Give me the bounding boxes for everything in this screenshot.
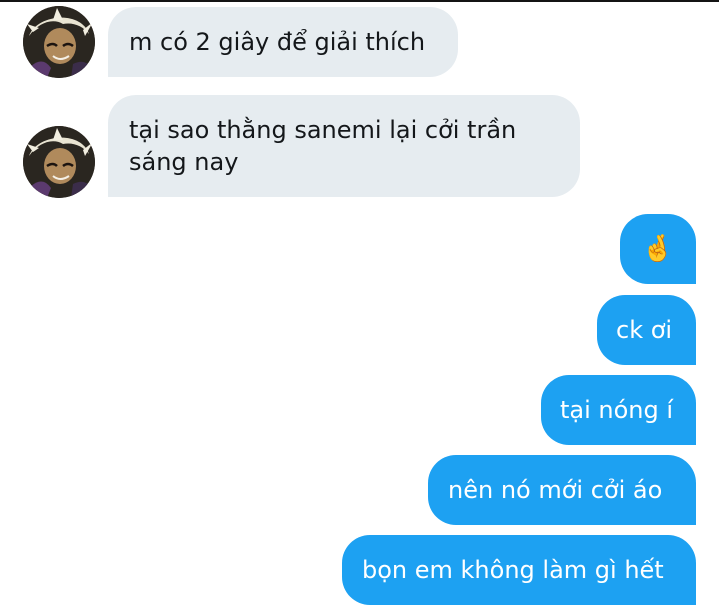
message-text: ck ơi [616,316,673,344]
sender-avatar[interactable] [23,126,95,198]
message-text: bọn em không làm gì hết [362,556,664,584]
incoming-message-bubble[interactable]: m có 2 giây để giải thích [108,7,458,77]
avatar-icon [23,6,95,78]
top-divider [0,0,719,2]
message-text: tại nóng í [560,396,674,424]
incoming-message-bubble[interactable]: tại sao thằng sanemi lại cởi trần sáng n… [108,95,580,197]
message-text: tại sao thằng sanemi lại cởi trần sáng n… [129,116,517,176]
outgoing-message-bubble[interactable]: ck ơi [597,295,696,365]
outgoing-message-bubble[interactable]: bọn em không làm gì hết [342,535,696,605]
sender-avatar[interactable] [23,6,95,78]
avatar-icon [23,126,95,198]
message-text: m có 2 giây để giải thích [129,28,426,56]
message-text: nên nó mới cởi áo [448,476,663,504]
outgoing-message-bubble[interactable]: nên nó mới cởi áo [428,455,696,525]
outgoing-emoji-bubble[interactable]: 🤞 [620,214,696,284]
outgoing-message-bubble[interactable]: tại nóng í [541,375,696,445]
fingers-crossed-emoji: 🤞 [641,234,675,264]
